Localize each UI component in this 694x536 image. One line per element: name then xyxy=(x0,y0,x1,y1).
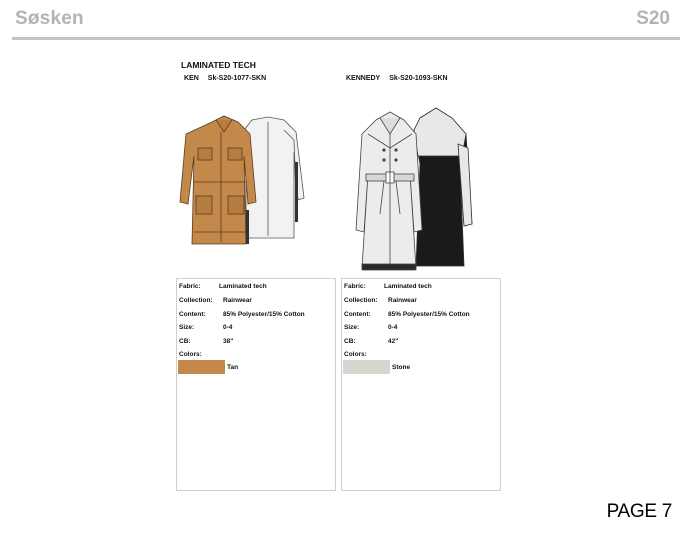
style-heading-ken: KEN Sk-S20-1077-SKN xyxy=(184,75,266,82)
spec-card-ken: Fabric: Laminated tech Collection: Rainwea… xyxy=(176,278,336,491)
ken-coat-sketch xyxy=(176,110,311,255)
spec-content: Content: 85% Polyester/15% Cotton xyxy=(179,311,305,318)
style-name: KEN xyxy=(184,75,199,82)
spec-collection: Collection: Rainwear xyxy=(179,297,252,304)
style-name: KENNEDY xyxy=(346,75,381,82)
spec-cb: CB: 42" xyxy=(344,338,399,345)
style-code: Sk-S20-1077-SKN xyxy=(207,75,267,82)
page-number: PAGE 7 xyxy=(606,501,673,522)
style-heading-kennedy: KENNEDY Sk-S20-1093-SKN xyxy=(346,75,448,82)
spec-cb: CB: 38" xyxy=(179,338,234,345)
header-divider xyxy=(12,37,680,40)
color-name: Stone xyxy=(392,364,411,371)
style-code: Sk-S20-1093-SKN xyxy=(389,75,448,82)
brand-logo: Søsken xyxy=(15,8,84,29)
spec-card-kennedy: Fabric: Laminated tech Collection: Rainwea… xyxy=(341,278,501,491)
season-label: S20 xyxy=(636,8,670,29)
kennedy-coat-sketch xyxy=(350,104,480,276)
spec-colors: Colors: xyxy=(344,351,367,358)
spec-size: Size: 0-4 xyxy=(344,324,398,331)
spec-content: Content: 85% Polyester/15% Cotton xyxy=(344,311,470,318)
color-name: Tan xyxy=(227,364,239,371)
color-swatch xyxy=(343,360,390,374)
spec-fabric: Fabric: Laminated tech xyxy=(344,283,432,290)
color-swatch xyxy=(178,360,225,374)
spec-fabric: Fabric: Laminated tech xyxy=(179,283,267,290)
spec-size: Size: 0-4 xyxy=(179,324,233,331)
section-title: LAMINATED TECH xyxy=(181,60,256,70)
spec-collection: Collection: Rainwear xyxy=(344,297,417,304)
spec-colors: Colors: xyxy=(179,351,202,358)
